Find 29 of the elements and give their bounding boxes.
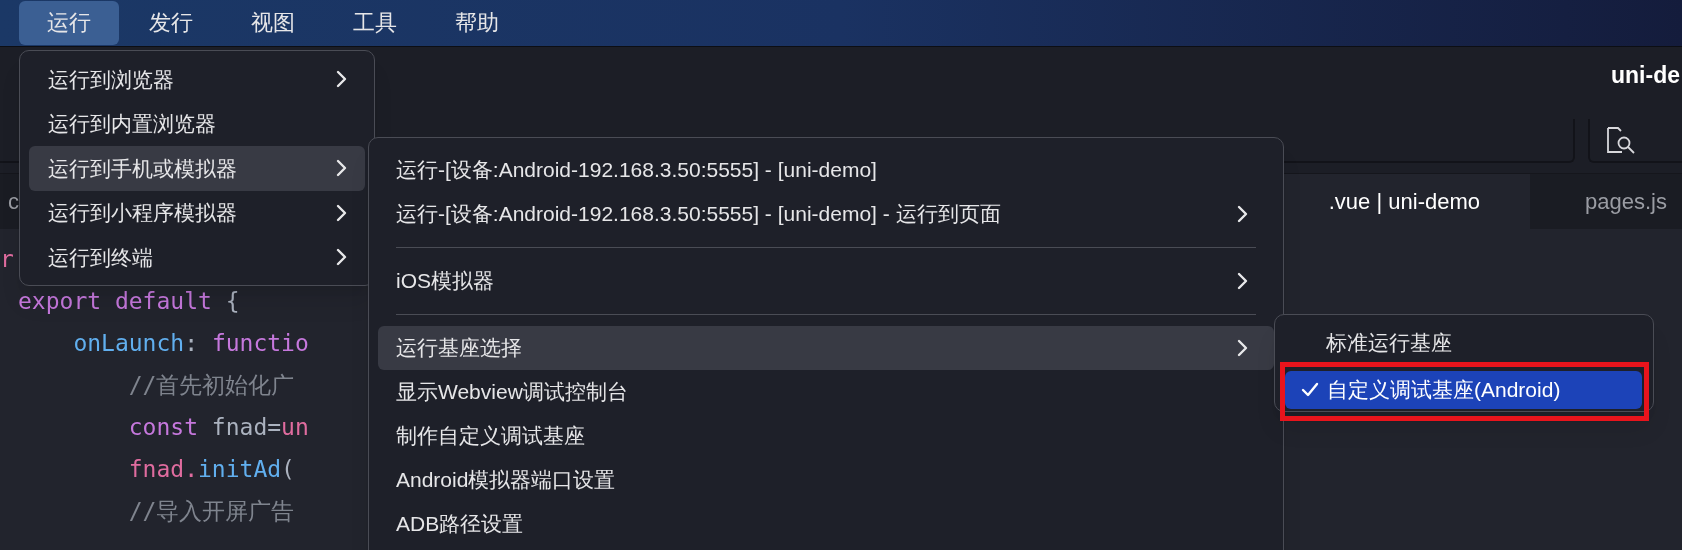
code-line: const fnad=un xyxy=(127,413,309,442)
checkmark-icon xyxy=(1301,382,1319,398)
menu-item[interactable]: iOS模拟器 xyxy=(378,259,1274,303)
menu-item[interactable]: 运行到手机或模拟器 xyxy=(29,146,365,191)
menu-item[interactable]: 显示Webview调试控制台 xyxy=(378,370,1274,414)
menu-item[interactable]: ADB路径设置 xyxy=(378,502,1274,546)
menu-item[interactable]: 运行到内置浏览器 xyxy=(29,101,365,146)
menu-bar-item[interactable]: 帮助 xyxy=(427,1,527,45)
menu-bar-item[interactable]: 视图 xyxy=(223,1,323,45)
menu-bar-item[interactable]: 发行 xyxy=(121,1,221,45)
menu-item[interactable]: 标准运行基座 xyxy=(1284,324,1644,362)
menu-item[interactable]: 运行到终端 xyxy=(29,235,365,280)
code-line: //首先初始化广 xyxy=(127,371,295,400)
code-line: r xyxy=(0,245,14,274)
menu-item[interactable]: 自定义调试基座(Android) xyxy=(1285,371,1642,409)
code-line: //导入开屏广告 xyxy=(127,497,295,526)
menu-item[interactable]: 运行基座选择 xyxy=(378,326,1274,370)
window-title: uni-de xyxy=(1611,60,1680,90)
menu-item[interactable]: Android模拟器端口设置 xyxy=(378,458,1274,502)
menu-bar-item[interactable]: 工具 xyxy=(325,1,425,45)
menu-item[interactable]: 运行到浏览器 xyxy=(29,57,365,102)
menu-item[interactable]: 制作自定义调试基座 xyxy=(378,414,1274,458)
menu-item[interactable]: 运行到小程序模拟器 xyxy=(29,190,365,235)
code-line: export default { xyxy=(17,287,240,316)
menu-item[interactable]: 运行-[设备:Android-192.168.3.50:5555] - [uni-demo] xyxy=(378,148,1274,192)
menu-bar-item[interactable]: 运行 xyxy=(19,1,119,45)
code-line: onLaunch: functio xyxy=(72,329,309,358)
code-line: fnad.initAd( xyxy=(127,455,295,484)
menu-item[interactable]: 运行-[设备:Android-192.168.3.50:5555] - [uni-demo] - 运行到页面 xyxy=(378,192,1274,236)
